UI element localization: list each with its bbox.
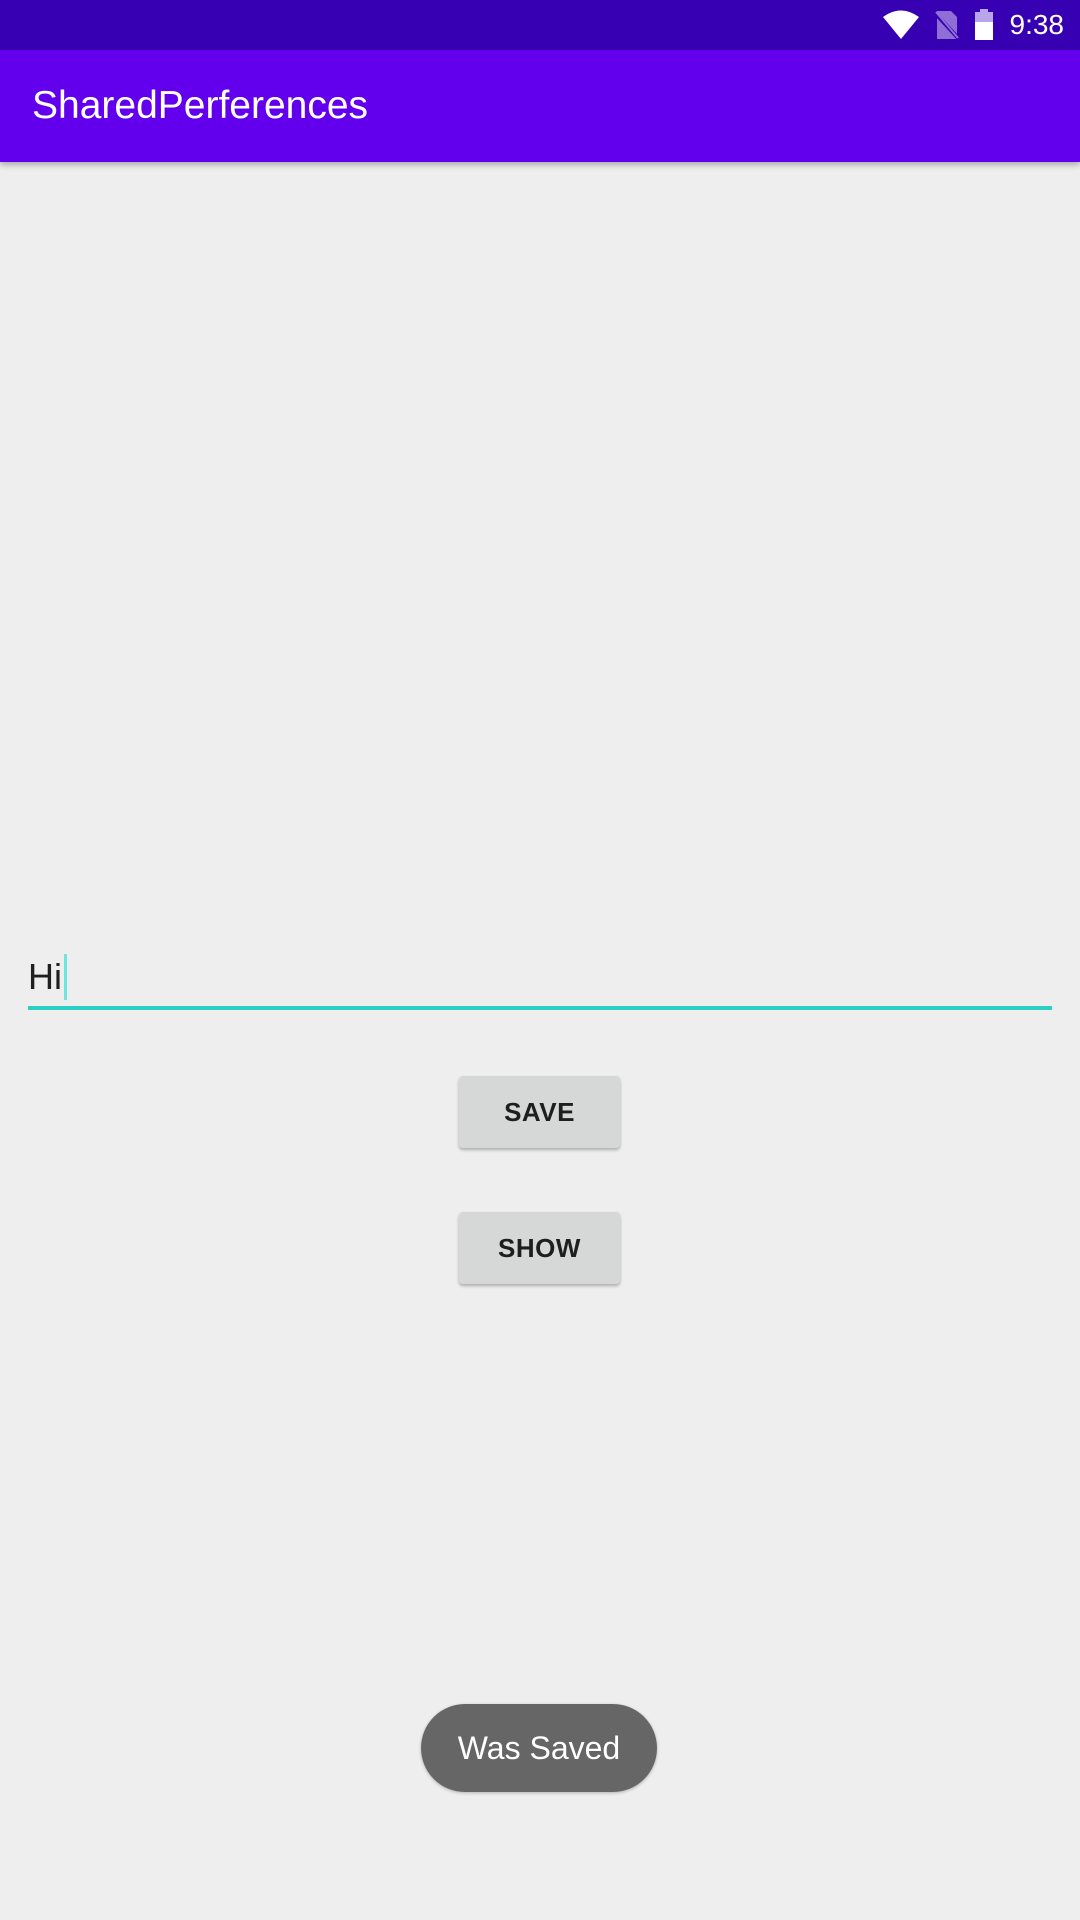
show-button[interactable]: SHOW xyxy=(459,1212,620,1284)
toast-message: Was Saved xyxy=(421,1704,657,1792)
text-input-value-wrapper: Hi xyxy=(28,954,67,1000)
no-sim-icon xyxy=(933,10,960,40)
app-title: SharedPerferences xyxy=(32,84,369,127)
status-bar: 9:38 xyxy=(0,0,1080,50)
status-time: 9:38 xyxy=(1009,9,1065,40)
wifi-icon xyxy=(882,10,920,40)
save-button-label: SAVE xyxy=(504,1096,575,1127)
app-screen: 9:38 SharedPerferences Hi SAVE SHOW Was … xyxy=(0,0,1080,1920)
show-button-label: SHOW xyxy=(498,1232,581,1263)
app-bar: SharedPerferences xyxy=(0,50,1080,162)
text-cursor xyxy=(64,954,67,1000)
text-input-underline xyxy=(28,1006,1052,1010)
text-input-field[interactable]: Hi xyxy=(28,940,1052,1010)
status-icons: 9:38 xyxy=(882,0,1065,50)
text-input-value: Hi xyxy=(28,956,62,997)
save-button[interactable]: SAVE xyxy=(459,1076,620,1148)
battery-icon xyxy=(974,9,994,41)
toast-text: Was Saved xyxy=(457,1729,621,1766)
